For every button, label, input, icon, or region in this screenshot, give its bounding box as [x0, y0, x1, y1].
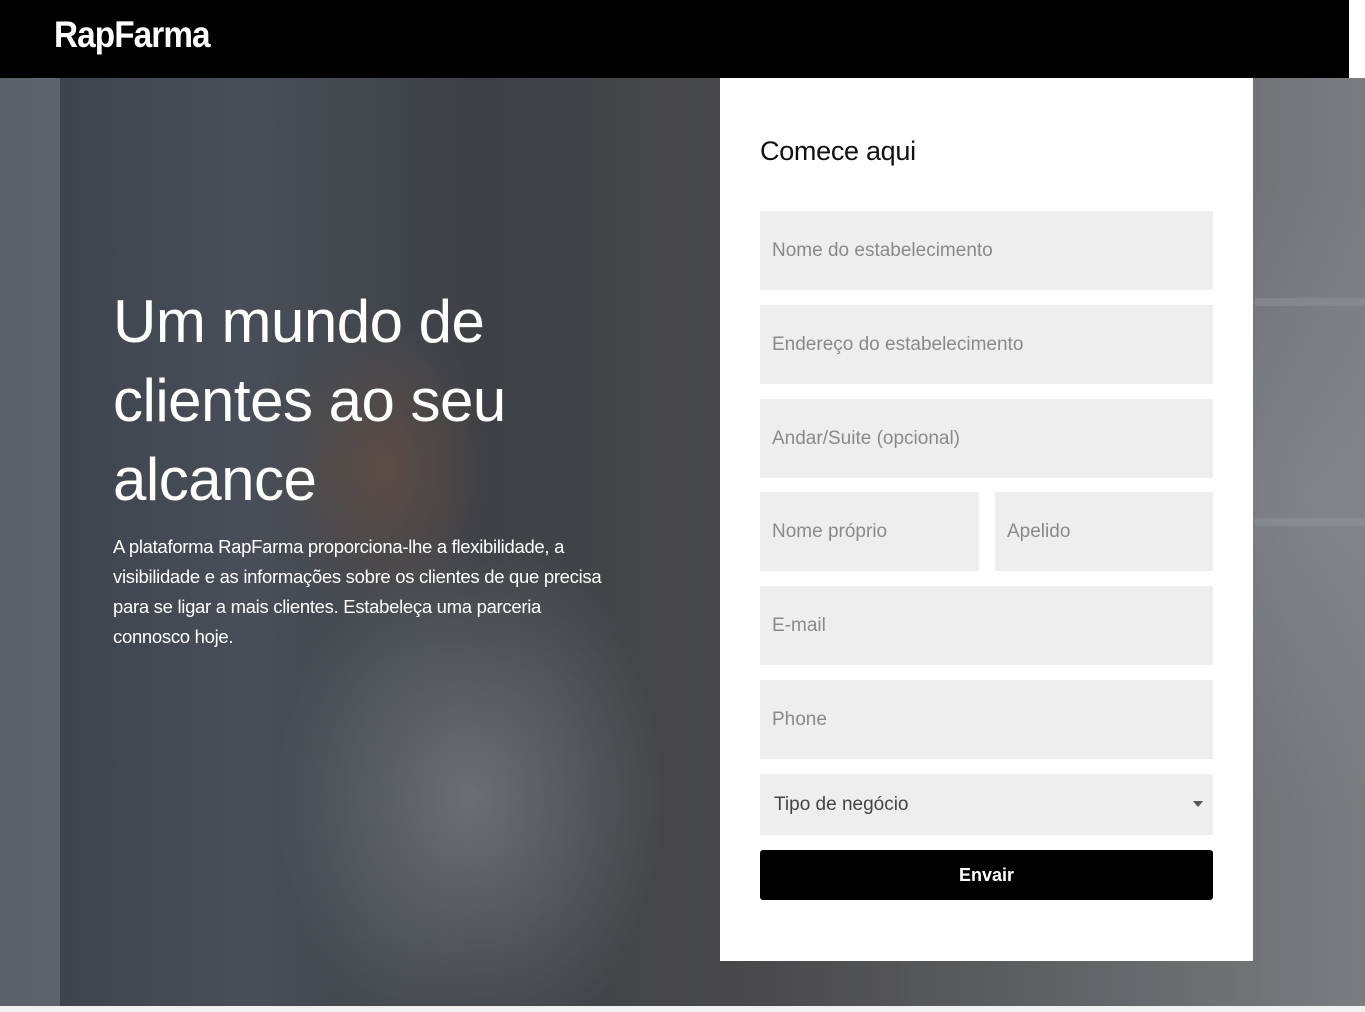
- hero-headline: Um mundo de clientes ao seu alcance: [113, 288, 506, 513]
- submit-button[interactable]: Envair: [760, 850, 1213, 900]
- email-input[interactable]: [760, 586, 1213, 665]
- caret-down-icon: [1193, 801, 1203, 807]
- signup-form-card: Comece aqui Tipo de negócio Envair: [720, 78, 1253, 961]
- background-shelf: [1255, 518, 1365, 526]
- establishment-name-input[interactable]: [760, 211, 1213, 290]
- form-title: Comece aqui: [760, 136, 916, 166]
- background-shelf: [1255, 298, 1365, 306]
- brand-logo[interactable]: RapFarma: [54, 14, 211, 56]
- top-navbar: RapFarma: [0, 0, 1349, 78]
- business-type-select[interactable]: Tipo de negócio: [760, 774, 1213, 835]
- establishment-address-input[interactable]: [760, 305, 1213, 384]
- phone-input[interactable]: [760, 680, 1213, 759]
- last-name-input[interactable]: [995, 492, 1213, 571]
- hero-description: A plataforma RapFarma proporciona-lhe a …: [113, 536, 602, 647]
- background-shelf: [0, 78, 60, 1006]
- first-name-input[interactable]: [760, 492, 979, 571]
- scrollbar-gutter: [1349, 0, 1365, 78]
- page-bottom-edge: [0, 1006, 1365, 1012]
- business-type-selected-value: Tipo de negócio: [774, 793, 909, 815]
- floor-suite-input[interactable]: [760, 399, 1213, 478]
